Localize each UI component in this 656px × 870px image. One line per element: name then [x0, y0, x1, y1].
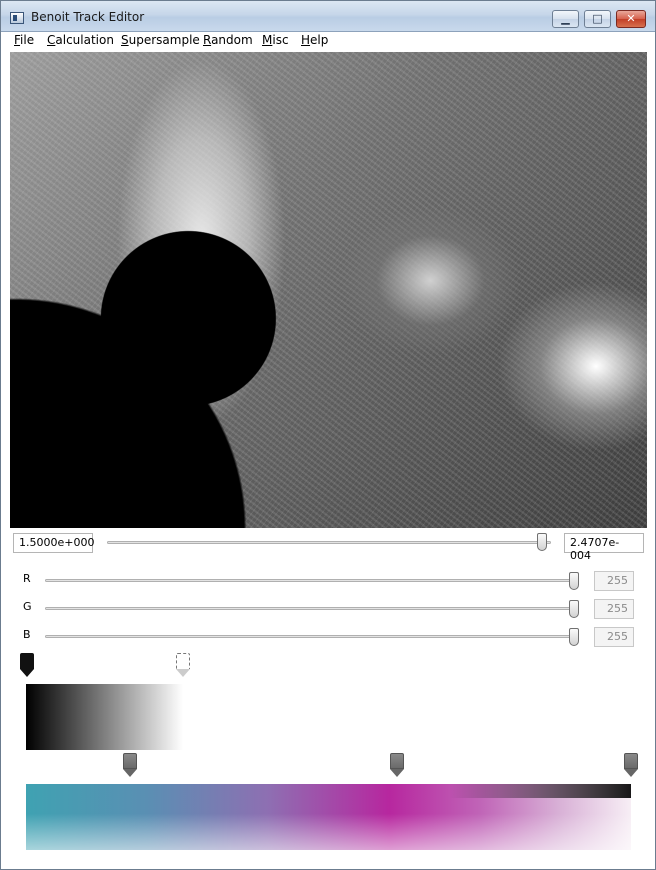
- window-title: Benoit Track Editor: [31, 10, 145, 24]
- close-button[interactable]: ✕: [616, 10, 646, 28]
- red-slider-thumb[interactable]: [569, 572, 579, 590]
- minimize-button[interactable]: ▁: [552, 10, 579, 28]
- blue-slider-track[interactable]: [45, 635, 579, 638]
- minimize-icon: ▁: [561, 12, 570, 25]
- fractal-preview[interactable]: [10, 52, 647, 528]
- green-slider-track[interactable]: [45, 607, 579, 610]
- menu-bar: File Calculation Supersample Random Misc…: [1, 32, 655, 51]
- app-window: Benoit Track Editor ▁ □ ✕ File Calculati…: [0, 0, 656, 870]
- menu-help[interactable]: Help: [301, 33, 328, 47]
- zoom-start-field[interactable]: 1.5000e+000: [13, 533, 94, 553]
- title-bar[interactable]: Benoit Track Editor ▁ □ ✕: [1, 1, 655, 32]
- red-slider-track[interactable]: [45, 579, 579, 582]
- blue-label: B: [23, 628, 31, 641]
- menu-misc[interactable]: Misc: [262, 33, 289, 47]
- zoom-slider-track[interactable]: [107, 541, 551, 544]
- color-stop-2[interactable]: [390, 753, 404, 777]
- menu-random[interactable]: Random: [203, 33, 253, 47]
- red-label: R: [23, 572, 31, 585]
- green-slider-thumb[interactable]: [569, 600, 579, 618]
- gradient-stop-selected[interactable]: [176, 653, 190, 677]
- green-value-field: 255: [594, 599, 634, 619]
- brightness-gradient-bar[interactable]: [26, 684, 183, 750]
- zoom-end-field[interactable]: 2.4707e-004: [564, 533, 644, 562]
- color-stop-1[interactable]: [123, 753, 137, 777]
- blue-value-field: 255: [594, 627, 634, 647]
- close-icon: ✕: [626, 12, 636, 25]
- color-gradient-overlay: [26, 784, 631, 798]
- maximize-icon: □: [592, 12, 603, 25]
- app-icon: [10, 12, 24, 24]
- menu-calculation[interactable]: Calculation: [47, 33, 114, 47]
- menu-file[interactable]: File: [14, 33, 34, 47]
- maximize-button[interactable]: □: [584, 10, 611, 28]
- color-stop-3[interactable]: [624, 753, 638, 777]
- blue-slider-thumb[interactable]: [569, 628, 579, 646]
- zoom-slider-thumb[interactable]: [536, 533, 547, 551]
- green-label: G: [23, 600, 32, 613]
- gradient-stop-black[interactable]: [20, 653, 34, 677]
- red-value-field: 255: [594, 571, 634, 591]
- menu-supersample[interactable]: Supersample: [121, 33, 200, 47]
